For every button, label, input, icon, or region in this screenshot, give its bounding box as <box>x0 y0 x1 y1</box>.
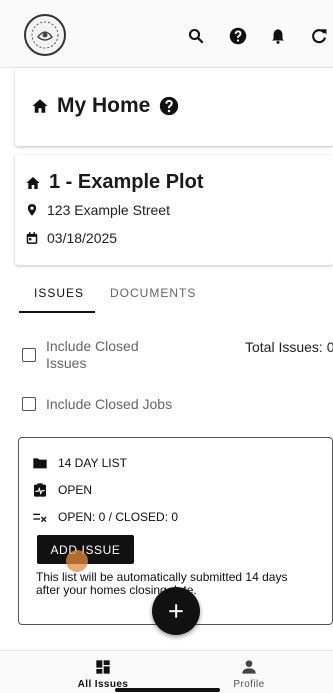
refresh-icon[interactable] <box>309 26 329 46</box>
include-closed-jobs-checkbox[interactable] <box>22 397 36 411</box>
dashboard-icon <box>96 660 110 674</box>
help-icon[interactable] <box>159 96 179 116</box>
nav-profile-label: Profile <box>233 679 265 690</box>
folder-icon <box>33 458 47 469</box>
plus-icon <box>169 604 183 618</box>
checklist-x-icon <box>33 513 47 523</box>
list-name: 14 DAY LIST <box>58 456 127 470</box>
plot-date: 03/18/2025 <box>47 230 118 246</box>
plot-address: 123 Example Street <box>47 202 170 218</box>
active-tab-indicator <box>19 311 95 313</box>
logo-icon[interactable] <box>24 14 66 56</box>
plot-card[interactable]: 1 - Example Plot 123 Example Street 03/1… <box>15 155 333 265</box>
touch-ripple <box>66 550 88 572</box>
person-icon <box>242 660 256 674</box>
calendar-icon <box>26 232 38 244</box>
home-icon <box>26 176 40 189</box>
clipboard-pulse-icon <box>34 483 46 497</box>
bottom-navigation: All Issues Profile <box>0 650 333 693</box>
plot-title: 1 - Example Plot <box>49 171 204 193</box>
tab-issues[interactable]: ISSUES <box>34 286 84 300</box>
total-issues-count: Total Issues: 0 <box>245 339 333 355</box>
nav-all-issues[interactable]: All Issues <box>63 659 143 690</box>
home-title: My Home <box>57 94 151 117</box>
help-icon[interactable] <box>228 26 248 46</box>
list-counts: OPEN: 0 / CLOSED: 0 <box>58 510 179 524</box>
include-closed-issues-label: Include Closed Issues <box>46 338 139 371</box>
tab-bar: ISSUES DOCUMENTS <box>0 275 333 315</box>
home-icon <box>32 99 48 113</box>
bell-icon[interactable] <box>268 26 288 46</box>
tab-documents[interactable]: DOCUMENTS <box>110 286 196 300</box>
top-app-bar <box>0 0 333 68</box>
include-closed-issues-checkbox[interactable] <box>22 348 36 362</box>
home-card: My Home <box>15 68 333 146</box>
search-icon[interactable] <box>186 26 206 46</box>
home-indicator <box>115 688 220 692</box>
location-pin-icon <box>27 204 37 216</box>
include-closed-jobs-label: Include Closed Jobs <box>46 396 173 412</box>
nav-profile[interactable]: Profile <box>209 659 289 690</box>
list-status: OPEN <box>58 483 93 497</box>
add-fab-button[interactable] <box>152 587 200 635</box>
